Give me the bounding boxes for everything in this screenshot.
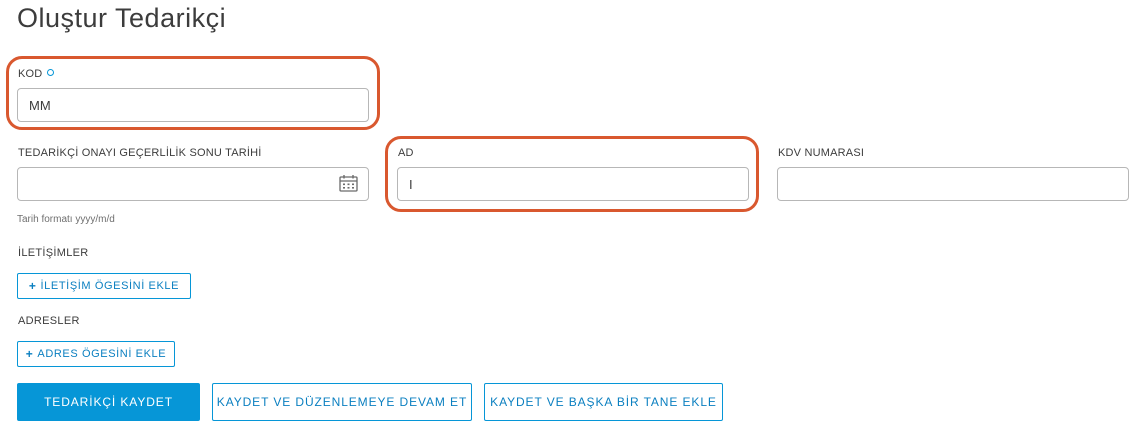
add-address-item-button[interactable]: + ADRES ÖGESİNİ EKLE bbox=[17, 341, 175, 367]
create-supplier-page: Oluştur Tedarikçi KOD TEDARİKÇİ ONAYI GE… bbox=[0, 0, 1135, 429]
plus-icon: + bbox=[25, 347, 34, 361]
approval-expiry-date-input[interactable] bbox=[17, 167, 369, 201]
name-label: AD bbox=[398, 147, 414, 159]
contacts-section-label: İLETİŞİMLER bbox=[18, 247, 89, 259]
calendar-icon[interactable] bbox=[339, 174, 358, 192]
plus-icon: + bbox=[28, 279, 37, 293]
add-contact-item-label: İLETİŞİM ÖGESİNİ EKLE bbox=[40, 280, 180, 292]
vat-number-input[interactable] bbox=[777, 167, 1129, 201]
save-and-continue-editing-button[interactable]: KAYDET VE DÜZENLEMEYE DEVAM ET bbox=[212, 383, 472, 421]
name-input[interactable] bbox=[397, 167, 749, 201]
page-title: Oluştur Tedarikçi bbox=[17, 3, 227, 33]
code-input[interactable] bbox=[17, 88, 369, 122]
add-contact-item-button[interactable]: + İLETİŞİM ÖGESİNİ EKLE bbox=[17, 273, 191, 299]
save-supplier-button[interactable]: TEDARİKÇİ KAYDET bbox=[17, 383, 200, 421]
save-and-add-another-button[interactable]: KAYDET VE BAŞKA BİR TANE EKLE bbox=[484, 383, 723, 421]
code-label: KOD bbox=[18, 68, 55, 80]
code-label-text: KOD bbox=[18, 68, 43, 80]
addresses-section-label: ADRESLER bbox=[18, 315, 80, 327]
required-indicator-icon bbox=[47, 69, 55, 76]
vat-number-label: KDV NUMARASI bbox=[778, 147, 865, 159]
add-address-item-label: ADRES ÖGESİNİ EKLE bbox=[37, 348, 167, 360]
date-format-hint: Tarih formatı yyyy/m/d bbox=[17, 214, 115, 225]
approval-expiry-label: TEDARİKÇİ ONAYI GEÇERLİLİK SONU TARİHİ bbox=[18, 147, 262, 159]
